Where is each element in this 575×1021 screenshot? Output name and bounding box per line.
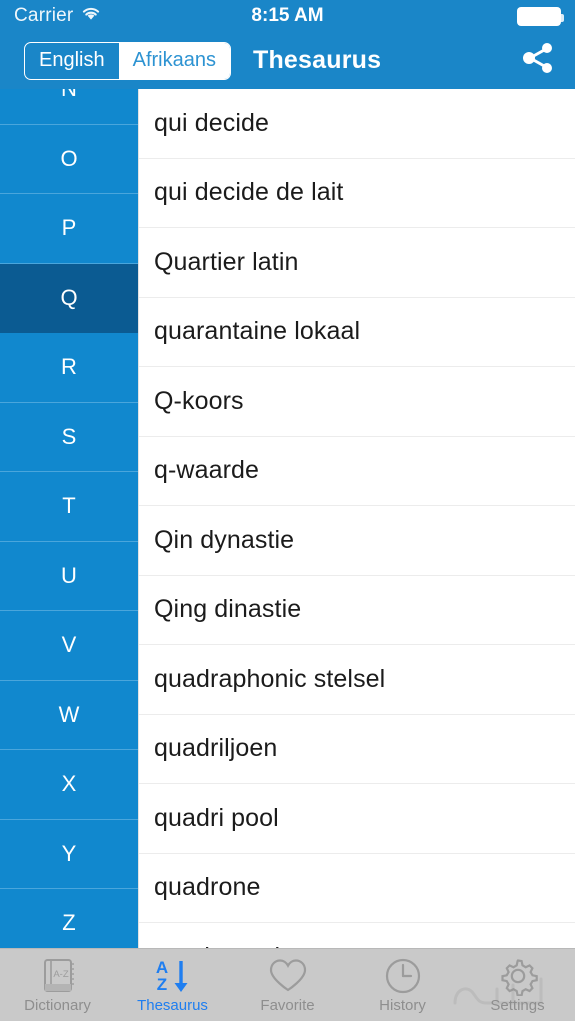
- list-item[interactable]: Q-koors: [139, 367, 575, 437]
- svg-text:A-Z: A-Z: [53, 969, 69, 980]
- alpha-item-v[interactable]: V: [0, 611, 138, 681]
- page-title: Thesaurus: [252, 46, 382, 74]
- word-list[interactable]: qui decide qui decide de lait Quartier l…: [138, 89, 575, 1021]
- list-item[interactable]: Qin dynastie: [139, 506, 575, 576]
- status-bar: Carrier 8:15 AM: [0, 0, 575, 32]
- gear-icon: [496, 954, 540, 996]
- wifi-icon: [80, 5, 102, 27]
- status-bar-right: [517, 6, 575, 26]
- status-bar-left: Carrier: [0, 5, 102, 27]
- list-item[interactable]: quadriljoen: [139, 715, 575, 784]
- alpha-item-n[interactable]: N: [0, 89, 138, 125]
- list-item[interactable]: quarantaine lokaal: [139, 298, 575, 367]
- tab-label-settings: Settings: [490, 997, 545, 1014]
- heart-icon: [266, 954, 310, 996]
- tab-favorite[interactable]: Favorite: [230, 949, 345, 1021]
- list-item[interactable]: q-waarde: [139, 437, 575, 506]
- alpha-item-x[interactable]: X: [0, 750, 138, 820]
- app-root: Carrier 8:15 AM English Afrikaans Thesau…: [0, 0, 575, 1021]
- alphabet-index-sidebar[interactable]: N O P Q R S T U V W X Y Z: [0, 89, 138, 1021]
- tab-settings[interactable]: Settings: [460, 949, 575, 1021]
- segment-english[interactable]: English: [25, 43, 119, 79]
- navigation-bar: English Afrikaans Thesaurus: [0, 32, 575, 89]
- list-item[interactable]: qui decide de lait: [139, 159, 575, 228]
- alpha-item-p[interactable]: P: [0, 194, 138, 264]
- tab-label-history: History: [379, 997, 426, 1014]
- alpha-item-w[interactable]: W: [0, 680, 138, 750]
- list-item[interactable]: qui decide: [139, 89, 575, 159]
- tab-label-thesaurus: Thesaurus: [137, 997, 208, 1014]
- battery-full-icon: [517, 6, 564, 26]
- language-segmented-control[interactable]: English Afrikaans: [24, 41, 231, 80]
- tab-label-favorite: Favorite: [260, 997, 315, 1014]
- alpha-item-s[interactable]: S: [0, 402, 138, 472]
- svg-text:Z: Z: [156, 975, 166, 994]
- tab-label-dictionary: Dictionary: [24, 997, 91, 1014]
- tab-history[interactable]: History: [345, 949, 460, 1021]
- list-item[interactable]: quadraphonic stelsel: [139, 645, 575, 715]
- share-button[interactable]: [515, 41, 561, 81]
- alpha-item-q[interactable]: Q: [0, 263, 138, 333]
- a-z-sort-icon: A Z: [148, 954, 198, 996]
- alpha-item-o[interactable]: O: [0, 124, 138, 194]
- list-item[interactable]: quadri pool: [139, 784, 575, 854]
- alpha-item-t[interactable]: T: [0, 472, 138, 542]
- main-content: N O P Q R S T U V W X Y Z qui decide qui…: [0, 89, 575, 1021]
- tab-bar: A-Z Dictionary A Z Thesaurus Favorite Hi…: [0, 948, 575, 1021]
- alpha-item-r[interactable]: R: [0, 333, 138, 403]
- share-icon: [521, 42, 555, 79]
- list-item[interactable]: Quartier latin: [139, 228, 575, 298]
- alpha-item-u[interactable]: U: [0, 541, 138, 611]
- tab-dictionary[interactable]: A-Z Dictionary: [0, 949, 115, 1021]
- list-item[interactable]: Qing dinastie: [139, 576, 575, 645]
- alpha-item-y[interactable]: Y: [0, 819, 138, 889]
- clock-icon: [382, 954, 424, 996]
- dictionary-book-icon: A-Z: [37, 954, 79, 996]
- alphabet-index-list: N O P Q R S T U V W X Y Z: [0, 89, 138, 959]
- carrier-label: Carrier: [14, 5, 74, 26]
- segment-afrikaans[interactable]: Afrikaans: [118, 42, 230, 79]
- tab-thesaurus[interactable]: A Z Thesaurus: [115, 949, 230, 1021]
- list-item[interactable]: quadrone: [139, 854, 575, 923]
